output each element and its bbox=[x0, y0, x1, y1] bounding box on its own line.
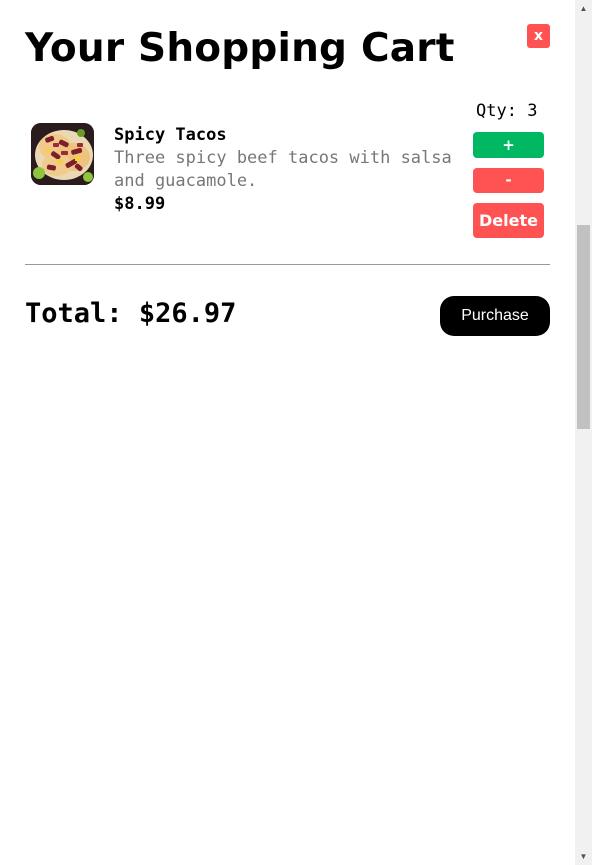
decrease-quantity-button[interactable]: - bbox=[473, 168, 544, 193]
scroll-up-arrow-icon[interactable]: ▲ bbox=[575, 0, 592, 17]
total-value: $26.97 bbox=[138, 298, 237, 329]
increase-quantity-button[interactable]: + bbox=[473, 132, 544, 158]
tacos-image bbox=[31, 123, 94, 185]
scrollbar-thumb[interactable] bbox=[577, 225, 590, 429]
delete-item-button[interactable]: Delete bbox=[473, 203, 544, 238]
item-name: Spicy Tacos bbox=[114, 125, 227, 145]
total-label: Total: bbox=[25, 298, 123, 329]
scroll-down-arrow-icon[interactable]: ▼ bbox=[575, 848, 592, 865]
tacos-photo-icon bbox=[31, 123, 94, 185]
quantity-label-text: Qty: bbox=[476, 101, 517, 121]
cart-total: Total: $26.97 bbox=[25, 298, 236, 329]
item-price: $8.99 bbox=[114, 194, 166, 214]
close-button[interactable]: x bbox=[527, 24, 550, 48]
divider bbox=[25, 264, 550, 265]
quantity-label: Qty: 3 bbox=[476, 101, 537, 121]
item-description: Three spicy beef tacos with salsa and gu… bbox=[114, 148, 452, 191]
page-title: Your Shopping Cart bbox=[25, 26, 455, 71]
purchase-button[interactable]: Purchase bbox=[440, 296, 550, 336]
vertical-scrollbar[interactable]: ▲ ▼ bbox=[575, 0, 592, 865]
quantity-value: 3 bbox=[527, 101, 538, 121]
cart-panel: x Your Shopping Cart Spicy Tacos Three s… bbox=[0, 0, 575, 865]
